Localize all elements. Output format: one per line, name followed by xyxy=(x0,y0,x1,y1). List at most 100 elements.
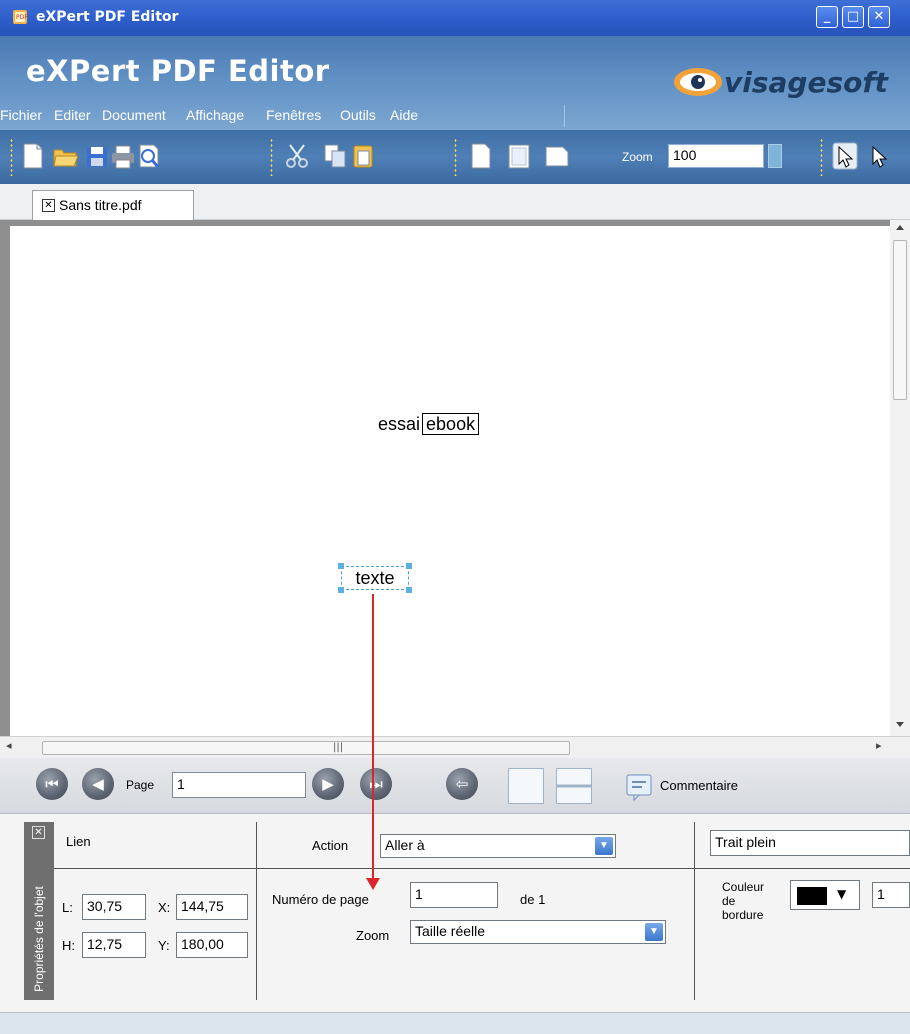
tab-label: Sans titre.pdf xyxy=(59,197,142,213)
page-text-line: essai ebook xyxy=(378,413,480,435)
page-label: Page xyxy=(126,778,155,792)
copy-icon[interactable] xyxy=(322,142,348,170)
text-field-texte[interactable]: texte xyxy=(341,566,409,590)
scroll-left-icon[interactable]: ◂ xyxy=(6,739,12,752)
scroll-up-icon[interactable] xyxy=(894,222,906,232)
selection-handle[interactable] xyxy=(338,563,344,569)
menu-document[interactable]: Document xyxy=(102,107,166,123)
svg-text:PDF: PDF xyxy=(16,14,28,21)
comment-icon[interactable] xyxy=(624,772,654,802)
selection-handle[interactable] xyxy=(406,587,412,593)
select-text-arrow-icon[interactable] xyxy=(866,142,892,170)
h-label: H: xyxy=(62,938,75,953)
zoom-select[interactable]: Taille réelle ▼ xyxy=(410,920,666,944)
tab-sans-titre[interactable]: ✕ Sans titre.pdf xyxy=(32,190,194,220)
horizontal-scrollbar[interactable]: ◂ ||| ▸ xyxy=(0,736,910,758)
divider xyxy=(256,822,257,1000)
chevron-down-icon[interactable]: ▼ xyxy=(837,887,846,901)
menu-aide[interactable]: Aide xyxy=(390,107,418,123)
first-page-icon[interactable]: ⏮ xyxy=(36,768,68,800)
properties-side-tab: ✕ Propriétés de l'objet xyxy=(24,822,54,1000)
single-page-layout-icon[interactable] xyxy=(508,768,544,804)
document-viewport[interactable]: essai ebook xyxy=(0,220,910,736)
menu-fichier[interactable]: Fichier xyxy=(0,107,42,123)
page-portrait-icon[interactable] xyxy=(468,142,494,170)
brand-name: visagesoft xyxy=(724,66,888,99)
h-field[interactable]: 12,75 xyxy=(82,932,146,958)
border-color-label: de xyxy=(722,894,736,908)
pdf-page[interactable]: essai ebook xyxy=(10,226,890,736)
selection-handle[interactable] xyxy=(406,563,412,569)
last-page-icon[interactable]: ⏭ xyxy=(360,768,392,800)
minimize-icon[interactable]: _ xyxy=(816,6,838,28)
page-single-icon[interactable] xyxy=(506,142,532,170)
zoom-spinner[interactable] xyxy=(768,144,782,168)
app-title: eXPert PDF Editor xyxy=(26,54,330,88)
cut-icon[interactable] xyxy=(284,142,310,170)
new-document-icon[interactable] xyxy=(20,142,46,170)
properties-close-icon[interactable]: ✕ xyxy=(32,826,45,839)
comment-label[interactable]: Commentaire xyxy=(660,778,738,793)
border-style-select[interactable]: Trait plein xyxy=(710,830,910,856)
l-label: L: xyxy=(62,900,73,915)
x-field[interactable]: 144,75 xyxy=(176,894,248,920)
border-width-field[interactable]: 1 xyxy=(872,882,910,908)
scroll-right-icon[interactable]: ▸ xyxy=(876,739,882,752)
action-label: Action xyxy=(312,838,349,853)
vertical-scroll-thumb[interactable] xyxy=(893,240,907,400)
page-landscape-icon[interactable] xyxy=(544,142,570,170)
chevron-down-icon[interactable]: ▼ xyxy=(645,923,663,941)
page-number-label: Numéro de page xyxy=(272,892,369,907)
horizontal-scroll-thumb[interactable]: ||| xyxy=(42,741,570,755)
tab-close-icon[interactable]: ✕ xyxy=(42,199,55,212)
menu-outils[interactable]: Outils xyxy=(340,107,376,123)
border-color-picker[interactable]: ▼ xyxy=(790,880,860,910)
properties-panel-title: Propriétés de l'objet xyxy=(32,886,46,992)
menu-fenetres[interactable]: Fenêtres xyxy=(266,107,321,123)
print-preview-icon[interactable] xyxy=(136,142,162,170)
color-swatch xyxy=(797,887,827,905)
open-folder-icon[interactable] xyxy=(52,142,78,170)
toolbar-separator xyxy=(270,138,273,176)
scroll-down-icon[interactable] xyxy=(894,720,906,730)
window-titlebar[interactable]: PDF eXPert PDF Editor _ □ ✕ xyxy=(0,0,910,36)
eye-logo-icon xyxy=(674,68,722,96)
back-icon[interactable]: ⇦ xyxy=(446,768,478,800)
window-title: eXPert PDF Editor xyxy=(36,9,179,25)
page-number-field[interactable]: 1 xyxy=(410,882,498,908)
maximize-icon[interactable]: □ xyxy=(842,6,864,28)
close-icon[interactable]: ✕ xyxy=(868,6,890,28)
page-of-label: de 1 xyxy=(520,892,546,907)
toolbar: Zoom 100 xyxy=(0,130,910,184)
select-arrow-icon[interactable] xyxy=(832,142,858,170)
menu-affichage[interactable]: Affichage xyxy=(186,107,244,123)
action-select-value: Aller à xyxy=(385,837,425,853)
continuous-layout-icon[interactable] xyxy=(556,768,592,804)
page-number-input[interactable]: 1 xyxy=(172,772,306,798)
previous-page-icon[interactable]: ◀ xyxy=(82,768,114,800)
menu-editer[interactable]: Editer xyxy=(54,107,91,123)
l-field[interactable]: 30,75 xyxy=(82,894,146,920)
chevron-down-icon[interactable]: ▼ xyxy=(595,837,613,855)
print-icon[interactable] xyxy=(110,142,136,170)
x-label: X: xyxy=(158,900,171,915)
y-field[interactable]: 180,00 xyxy=(176,932,248,958)
app-icon: PDF xyxy=(13,10,28,24)
divider xyxy=(54,868,910,869)
border-color-label: bordure xyxy=(722,908,764,922)
vertical-scrollbar[interactable] xyxy=(890,220,910,736)
toolbar-separator xyxy=(820,138,823,176)
selection-handle[interactable] xyxy=(338,587,344,593)
save-icon[interactable] xyxy=(84,142,110,170)
paste-icon[interactable] xyxy=(350,142,376,170)
page-text-ebook-link[interactable]: ebook xyxy=(422,413,480,435)
toolbar-grip xyxy=(10,138,13,176)
status-bar xyxy=(0,1012,910,1034)
object-properties-panel: ✕ Propriétés de l'objet Lien L: 30,75 X:… xyxy=(0,814,910,1012)
zoom-input[interactable]: 100 xyxy=(668,144,764,168)
toolbar-separator xyxy=(454,138,457,176)
page-navigation-bar: ⏮ ◀ Page 1 ▶ ⏭ ⇦ Commentaire xyxy=(0,758,910,814)
zoom-select-value: Taille réelle xyxy=(415,923,486,939)
next-page-icon[interactable]: ▶ xyxy=(312,768,344,800)
action-select[interactable]: Aller à ▼ xyxy=(380,834,616,858)
